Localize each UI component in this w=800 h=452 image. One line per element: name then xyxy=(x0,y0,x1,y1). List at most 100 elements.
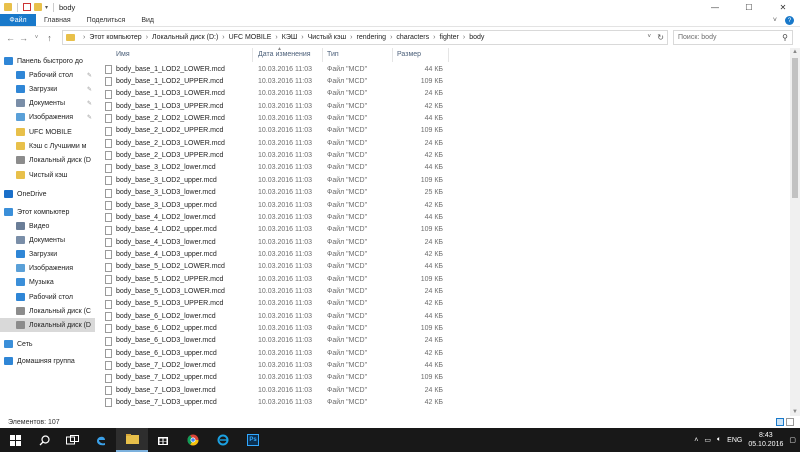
chevron-right-icon[interactable]: › xyxy=(146,34,148,41)
file-row[interactable]: body_base_3_LOD3_upper.mcd 10.03.2016 11:… xyxy=(100,199,790,211)
file-row[interactable]: body_base_2_LOD2_LOWER.mcd 10.03.2016 11:… xyxy=(100,112,790,124)
file-row[interactable]: body_base_5_LOD2_UPPER.mcd 10.03.2016 11:… xyxy=(100,273,790,285)
file-row[interactable]: body_base_5_LOD3_LOWER.mcd 10.03.2016 11:… xyxy=(100,285,790,297)
edge-button[interactable] xyxy=(86,428,116,452)
file-row[interactable]: body_base_3_LOD2_lower.mcd 10.03.2016 11:… xyxy=(100,162,790,174)
file-row[interactable]: body_base_2_LOD3_UPPER.mcd 10.03.2016 11:… xyxy=(100,149,790,161)
chevron-right-icon[interactable]: › xyxy=(222,34,224,41)
column-size[interactable]: Размер xyxy=(397,51,421,58)
address-dropdown-icon[interactable]: ˅ xyxy=(647,34,651,40)
column-date[interactable]: Дата изменения xyxy=(258,51,311,58)
details-view-icon[interactable] xyxy=(776,418,784,426)
address-bar[interactable]: › Этот компьютер › Локальный диск (D:) › UFC … xyxy=(62,30,668,45)
nav-item[interactable]: Кэш с Лучшими м xyxy=(0,139,95,153)
column-divider[interactable] xyxy=(322,48,323,62)
photoshop-button[interactable]: Ps xyxy=(238,428,268,452)
breadcrumb-item[interactable]: КЭШ xyxy=(282,34,298,41)
nav-item[interactable]: Домашняя группа xyxy=(0,354,95,368)
file-row[interactable]: body_base_3_LOD3_lower.mcd 10.03.2016 11:… xyxy=(100,187,790,199)
recent-locations-icon[interactable]: ˅ xyxy=(30,35,43,41)
search-button[interactable] xyxy=(30,428,58,452)
file-row[interactable]: body_base_3_LOD2_upper.mcd 10.03.2016 11:… xyxy=(100,174,790,186)
properties-icon[interactable] xyxy=(23,3,31,11)
store-button[interactable] xyxy=(148,428,178,452)
nav-item[interactable]: Изображения xyxy=(0,261,95,275)
file-row[interactable]: body_base_1_LOD2_UPPER.mcd 10.03.2016 11:… xyxy=(100,75,790,87)
chevron-right-icon[interactable]: › xyxy=(390,34,392,41)
breadcrumb-item[interactable]: fighter xyxy=(439,34,458,41)
vertical-scrollbar[interactable]: ▲ ▼ xyxy=(790,48,800,416)
chevron-right-icon[interactable]: › xyxy=(83,34,85,41)
file-row[interactable]: body_base_6_LOD3_lower.mcd 10.03.2016 11:… xyxy=(100,335,790,347)
nav-item[interactable]: Локальный диск (D xyxy=(0,318,95,332)
breadcrumb-item[interactable]: Локальный диск (D:) xyxy=(152,34,218,41)
nav-item[interactable]: Чистый кэш xyxy=(0,168,95,182)
file-row[interactable]: body_base_6_LOD2_lower.mcd 10.03.2016 11:… xyxy=(100,310,790,322)
file-row[interactable]: body_base_6_LOD3_upper.mcd 10.03.2016 11:… xyxy=(100,347,790,359)
column-divider[interactable] xyxy=(392,48,393,62)
file-row[interactable]: body_base_1_LOD3_UPPER.mcd 10.03.2016 11:… xyxy=(100,100,790,112)
nav-item[interactable]: Панель быстрого до xyxy=(0,54,95,68)
maximize-button[interactable]: ☐ xyxy=(732,0,766,14)
breadcrumb-item[interactable]: characters xyxy=(396,34,429,41)
nav-item[interactable]: Рабочий стол ✎ xyxy=(0,68,95,82)
notifications-icon[interactable]: ▢ xyxy=(789,436,796,444)
file-row[interactable]: body_base_4_LOD2_lower.mcd 10.03.2016 11:… xyxy=(100,211,790,223)
start-button[interactable] xyxy=(0,428,30,452)
back-arrow-icon[interactable]: ← xyxy=(4,33,17,43)
file-row[interactable]: body_base_4_LOD2_upper.mcd 10.03.2016 11:… xyxy=(100,224,790,236)
column-divider[interactable] xyxy=(252,48,253,62)
nav-item[interactable]: Локальный диск (C xyxy=(0,304,95,318)
tab-file[interactable]: Файл xyxy=(0,14,36,26)
breadcrumb-item[interactable]: UFC MOBILE xyxy=(229,34,272,41)
close-button[interactable]: ✕ xyxy=(766,0,800,14)
file-row[interactable]: body_base_6_LOD2_upper.mcd 10.03.2016 11:… xyxy=(100,322,790,334)
internet-explorer-button[interactable] xyxy=(208,428,238,452)
chrome-button[interactable] xyxy=(178,428,208,452)
nav-item[interactable]: Документы xyxy=(0,233,95,247)
nav-item[interactable]: Локальный диск (D xyxy=(0,153,95,167)
breadcrumb-item[interactable]: Чистый кэш xyxy=(308,34,347,41)
ribbon-expand-icon[interactable]: ˅ xyxy=(773,17,777,24)
help-icon[interactable]: ? xyxy=(785,16,794,25)
file-row[interactable]: body_base_2_LOD3_LOWER.mcd 10.03.2016 11:… xyxy=(100,137,790,149)
file-row[interactable]: body_base_7_LOD2_upper.mcd 10.03.2016 11:… xyxy=(100,372,790,384)
tab-view[interactable]: Вид xyxy=(133,14,162,26)
file-row[interactable]: body_base_4_LOD3_lower.mcd 10.03.2016 11:… xyxy=(100,236,790,248)
file-explorer-button[interactable] xyxy=(116,428,148,452)
file-row[interactable]: body_base_2_LOD2_UPPER.mcd 10.03.2016 11:… xyxy=(100,125,790,137)
up-arrow-icon[interactable]: ↑ xyxy=(43,33,56,43)
nav-item[interactable]: OneDrive xyxy=(0,187,95,201)
nav-item[interactable]: Загрузки xyxy=(0,247,95,261)
language-indicator[interactable]: ENG xyxy=(727,437,742,444)
show-hidden-icons-icon[interactable]: ˄ xyxy=(694,437,698,444)
file-row[interactable]: body_base_1_LOD2_LOWER.mcd 10.03.2016 11:… xyxy=(100,63,790,75)
file-row[interactable]: body_base_4_LOD3_upper.mcd 10.03.2016 11:… xyxy=(100,248,790,260)
chevron-right-icon[interactable]: › xyxy=(463,34,465,41)
nav-item[interactable]: Рабочий стол xyxy=(0,290,95,304)
large-icons-view-icon[interactable] xyxy=(786,418,794,426)
new-folder-icon[interactable] xyxy=(34,3,42,11)
column-divider[interactable] xyxy=(448,48,449,62)
nav-item[interactable]: Изображения ✎ xyxy=(0,110,95,124)
nav-item[interactable]: Этот компьютер xyxy=(0,205,95,219)
chevron-right-icon[interactable]: › xyxy=(350,34,352,41)
breadcrumb-item[interactable]: Этот компьютер xyxy=(89,34,141,41)
tab-home[interactable]: Главная xyxy=(36,14,79,26)
scrollbar-thumb[interactable] xyxy=(792,58,798,198)
nav-item[interactable]: Музыка xyxy=(0,275,95,289)
file-row[interactable]: body_base_7_LOD3_lower.mcd 10.03.2016 11:… xyxy=(100,384,790,396)
clock[interactable]: 8:43 05.10.2016 xyxy=(748,431,783,449)
chevron-right-icon[interactable]: › xyxy=(275,34,277,41)
breadcrumb-item[interactable]: rendering xyxy=(356,34,386,41)
chevron-right-icon[interactable]: › xyxy=(301,34,303,41)
nav-item[interactable]: Видео xyxy=(0,219,95,233)
scroll-down-icon[interactable]: ▼ xyxy=(792,409,798,415)
file-row[interactable]: body_base_5_LOD3_UPPER.mcd 10.03.2016 11:… xyxy=(100,298,790,310)
file-row[interactable]: body_base_1_LOD3_LOWER.mcd 10.03.2016 11:… xyxy=(100,88,790,100)
chevron-right-icon[interactable]: › xyxy=(433,34,435,41)
nav-item[interactable]: Загрузки ✎ xyxy=(0,82,95,96)
forward-arrow-icon[interactable]: → xyxy=(17,33,30,43)
file-row[interactable]: body_base_7_LOD3_upper.mcd 10.03.2016 11:… xyxy=(100,396,790,408)
breadcrumb-item[interactable]: body xyxy=(469,34,484,41)
